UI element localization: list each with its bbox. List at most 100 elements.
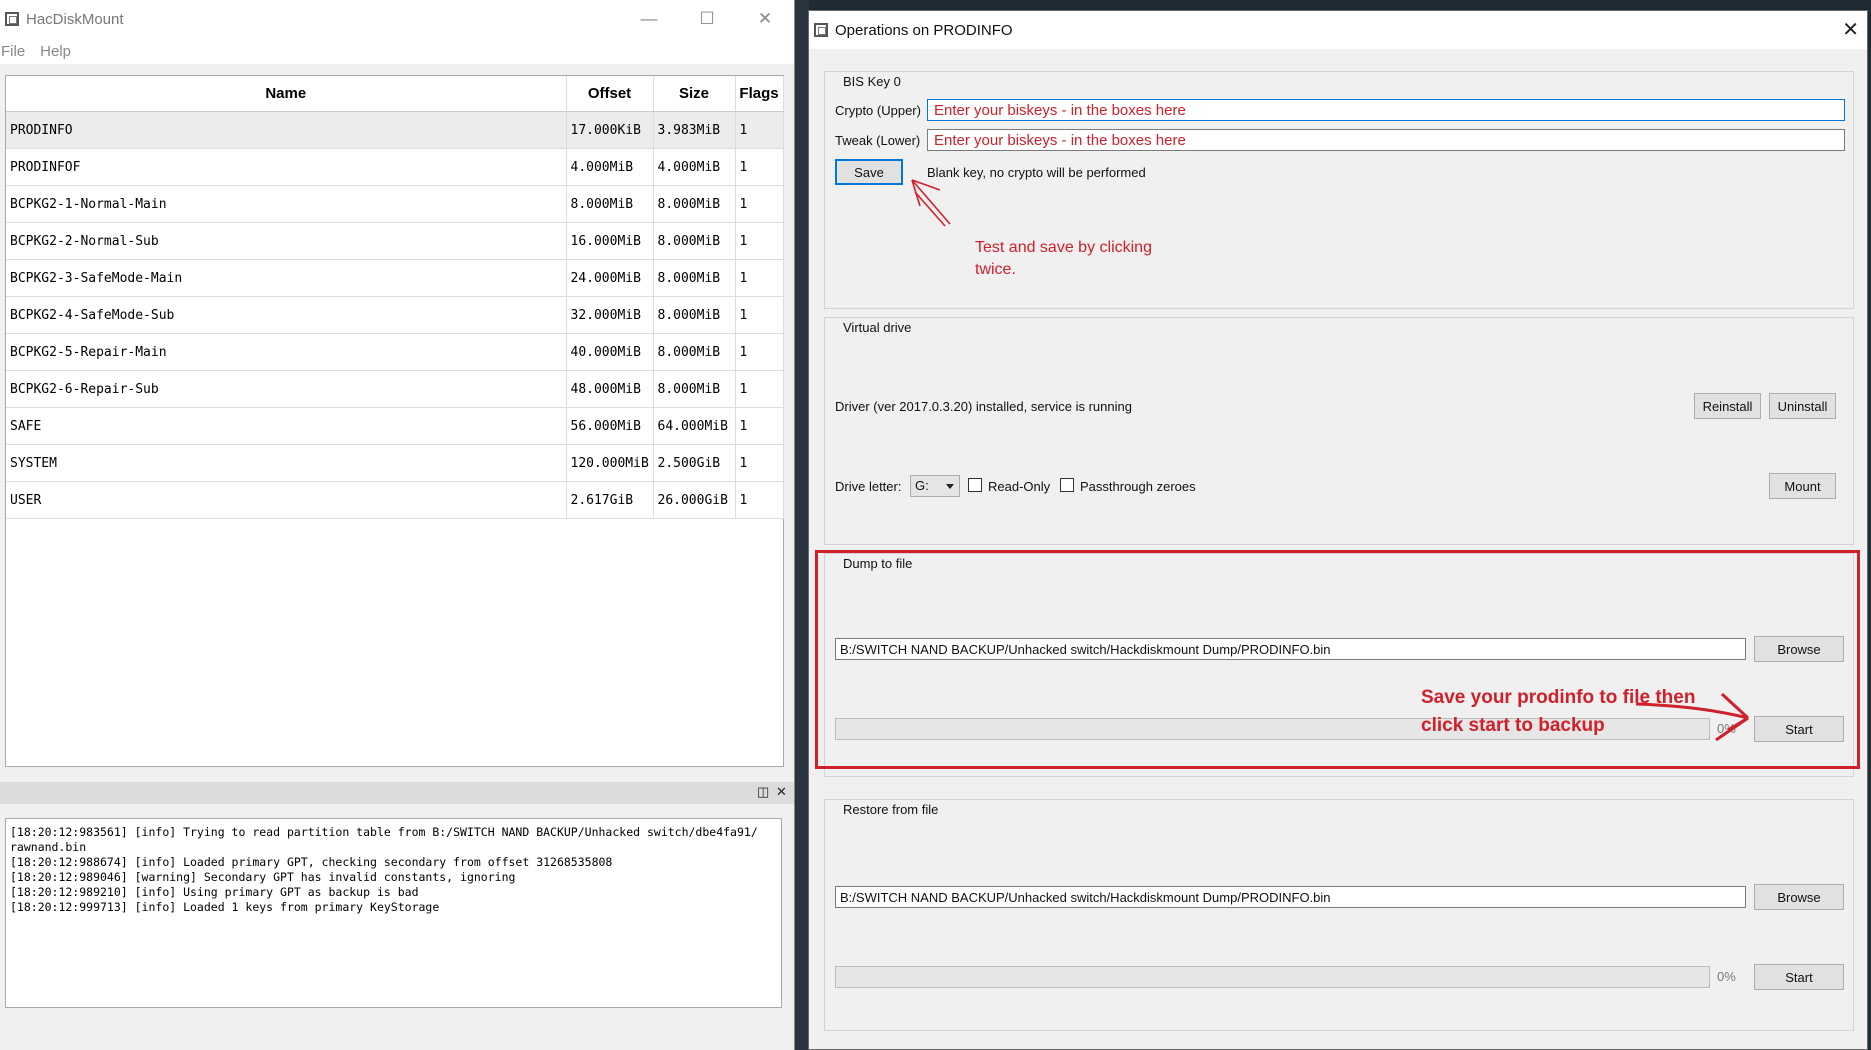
read-only-checkbox[interactable] <box>968 478 982 492</box>
cell-size: 8.000MiB <box>653 296 736 334</box>
table-row[interactable]: BCPKG2-5-Repair-Main 40.000MiB 8.000MiB 1 <box>6 333 784 371</box>
cell-size: 4.000MiB <box>653 148 736 186</box>
log-line: [18:20:12:989210] [info] Using primary G… <box>10 885 419 899</box>
dialog-titlebar[interactable]: Operations on PRODINFO ✕ <box>809 11 1867 49</box>
drive-letter-value: G: <box>915 478 929 493</box>
crypto-key-input[interactable] <box>927 99 1845 121</box>
table-row[interactable]: SAFE 56.000MiB 64.000MiB 1 <box>6 407 784 445</box>
cell-offset: 8.000MiB <box>566 185 654 223</box>
cell-offset: 56.000MiB <box>566 407 654 445</box>
log-line: [18:20:12:983561] [info] Trying to read … <box>10 825 758 839</box>
cell-name: PRODINFO <box>6 111 567 149</box>
table-row[interactable]: BCPKG2-4-SafeMode-Sub 32.000MiB 8.000MiB 1 <box>6 296 784 334</box>
cell-name: BCPKG2-6-Repair-Sub <box>6 370 567 408</box>
dialog-title: Operations on PRODINFO <box>835 21 1013 39</box>
virtual-drive-group-title: Virtual drive <box>841 320 914 335</box>
cell-size: 8.000MiB <box>653 333 736 371</box>
table-row[interactable]: BCPKG2-3-SafeMode-Main 24.000MiB 8.000MiB 1 <box>6 259 784 297</box>
menu-help[interactable]: Help <box>39 43 79 60</box>
column-header-flags[interactable]: Flags <box>735 76 784 112</box>
cell-offset: 2.617GiB <box>566 481 654 519</box>
cell-name: BCPKG2-1-Normal-Main <box>6 185 567 223</box>
mount-button[interactable]: Mount <box>1769 473 1836 499</box>
table-row[interactable]: BCPKG2-6-Repair-Sub 48.000MiB 8.000MiB 1 <box>6 370 784 408</box>
restore-start-button[interactable]: Start <box>1754 964 1844 990</box>
main-window-title: HacDiskMount <box>26 10 124 28</box>
minimize-icon[interactable]: — <box>620 0 678 38</box>
cell-name: USER <box>6 481 567 519</box>
main-window: HacDiskMount — ☐ ✕ File Help Name Offset… <box>0 0 795 1050</box>
cell-size: 8.000MiB <box>653 259 736 297</box>
virtual-drive-group: Virtual drive Driver (ver 2017.0.3.20) i… <box>824 317 1854 545</box>
cell-flags: 1 <box>735 296 784 334</box>
app-icon <box>5 12 19 26</box>
passthrough-zeroes-checkbox[interactable] <box>1060 478 1074 492</box>
main-titlebar[interactable]: HacDiskMount — ☐ ✕ <box>0 0 794 38</box>
cell-size: 8.000MiB <box>653 185 736 223</box>
tweak-label: Tweak (Lower) <box>835 133 921 148</box>
crypto-label: Crypto (Upper) <box>835 103 921 118</box>
menu-file[interactable]: File <box>0 43 33 60</box>
table-row[interactable]: SYSTEM 120.000MiB 2.500GiB 1 <box>6 444 784 482</box>
cell-size: 8.000MiB <box>653 222 736 260</box>
cell-flags: 1 <box>735 185 784 223</box>
float-dock-icon[interactable]: ◫ <box>757 784 769 800</box>
cell-name: PRODINFOF <box>6 148 567 186</box>
uninstall-button[interactable]: Uninstall <box>1769 393 1836 419</box>
table-row[interactable]: PRODINFO 17.000KiB 3.983MiB 1 <box>6 111 784 149</box>
restore-browse-button[interactable]: Browse <box>1754 884 1844 910</box>
annotation-highlight-box <box>815 550 1860 769</box>
restore-path-input[interactable] <box>835 886 1746 908</box>
restore-group-title: Restore from file <box>841 802 941 817</box>
cell-size: 64.000MiB <box>653 407 736 445</box>
cell-flags: 1 <box>735 370 784 408</box>
maximize-icon[interactable]: ☐ <box>678 0 736 38</box>
cell-offset: 120.000MiB <box>566 444 654 482</box>
close-icon[interactable]: ✕ <box>736 0 794 38</box>
table-row[interactable]: USER 2.617GiB 26.000GiB 1 <box>6 481 784 519</box>
cell-flags: 1 <box>735 111 784 149</box>
cell-flags: 1 <box>735 481 784 519</box>
table-row[interactable]: PRODINFOF 4.000MiB 4.000MiB 1 <box>6 148 784 186</box>
log-panel[interactable]: [18:20:12:983561] [info] Trying to read … <box>5 818 782 1008</box>
table-row[interactable]: BCPKG2-2-Normal-Sub 16.000MiB 8.000MiB 1 <box>6 222 784 260</box>
tweak-key-input[interactable] <box>927 129 1845 151</box>
cell-flags: 1 <box>735 444 784 482</box>
column-header-offset[interactable]: Offset <box>566 76 654 112</box>
cell-name: BCPKG2-4-SafeMode-Sub <box>6 296 567 334</box>
cell-offset: 40.000MiB <box>566 333 654 371</box>
table-header: Name Offset Size Flags <box>6 76 784 112</box>
cell-offset: 16.000MiB <box>566 222 654 260</box>
reinstall-button[interactable]: Reinstall <box>1694 393 1761 419</box>
close-dock-icon[interactable]: ✕ <box>776 784 787 800</box>
bis-key-group-title: BIS Key 0 <box>841 74 903 89</box>
column-header-name[interactable]: Name <box>6 76 567 112</box>
cell-offset: 32.000MiB <box>566 296 654 334</box>
key-status-text: Blank key, no crypto will be performed <box>927 165 1146 180</box>
dropdown-arrow-icon <box>946 484 954 489</box>
partition-table[interactable]: Name Offset Size Flags PRODINFO 17.000KiB… <box>5 75 784 767</box>
dialog-close-icon[interactable]: ✕ <box>1842 17 1859 42</box>
restore-group: Restore from file Browse 0% Start <box>824 799 1854 1031</box>
log-line: rawnand.bin <box>10 840 87 854</box>
annotation-test-save-line1: Test and save by clicking <box>975 239 1152 256</box>
drive-letter-select[interactable]: G: <box>910 475 960 497</box>
cell-offset: 17.000KiB <box>566 111 654 149</box>
cell-flags: 1 <box>735 222 784 260</box>
dialog-app-icon <box>814 23 828 37</box>
table-row[interactable]: BCPKG2-1-Normal-Main 8.000MiB 8.000MiB 1 <box>6 185 784 223</box>
cell-name: SAFE <box>6 407 567 445</box>
log-line: [18:20:12:999713] [info] Loaded 1 keys f… <box>10 900 440 914</box>
cell-name: BCPKG2-2-Normal-Sub <box>6 222 567 260</box>
restore-progress-bar <box>835 966 1710 988</box>
log-dock-titlebar: ◫ ✕ <box>0 782 794 804</box>
cell-flags: 1 <box>735 148 784 186</box>
cell-name: BCPKG2-3-SafeMode-Main <box>6 259 567 297</box>
cell-name: SYSTEM <box>6 444 567 482</box>
save-button[interactable]: Save <box>835 159 903 185</box>
annotation-test-save-line2: twice. <box>975 261 1016 278</box>
restore-progress-text: 0% <box>1717 969 1736 984</box>
column-header-size[interactable]: Size <box>653 76 736 112</box>
cell-size: 3.983MiB <box>653 111 736 149</box>
read-only-label: Read-Only <box>988 479 1051 494</box>
